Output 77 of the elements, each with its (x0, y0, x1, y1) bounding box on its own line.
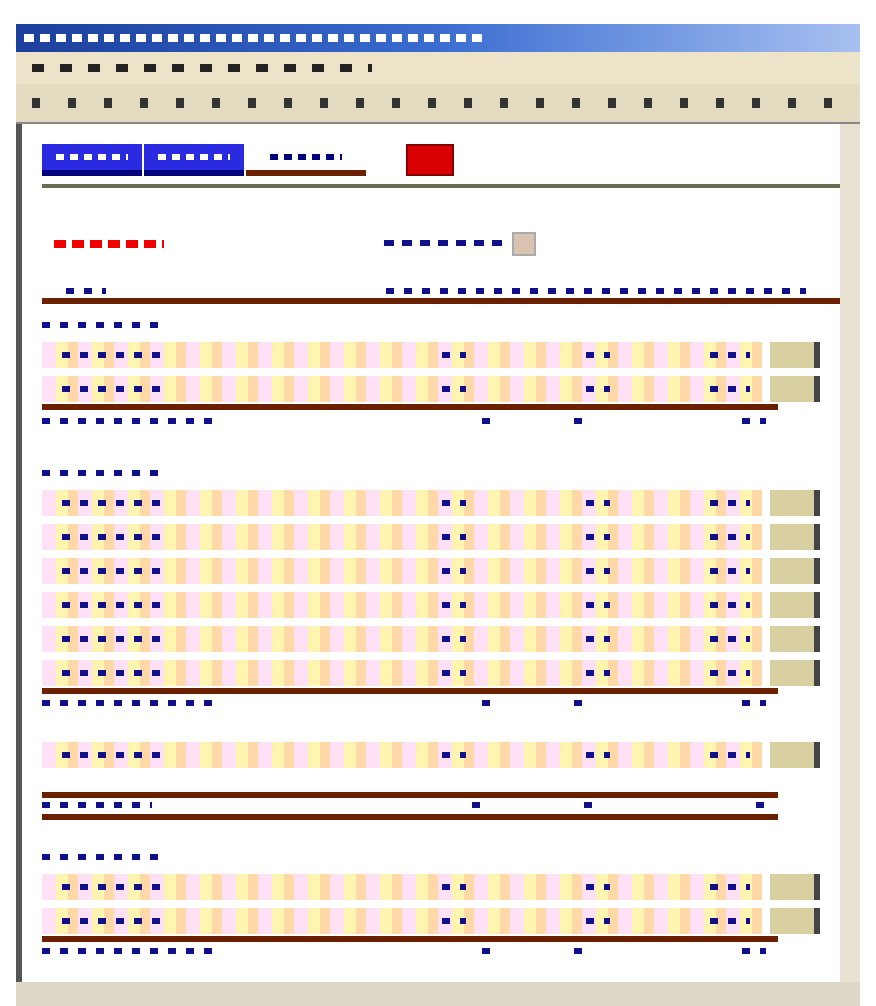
illegible-text-drawing (442, 352, 466, 359)
illegible-text-drawing (586, 669, 610, 676)
illegible-text-drawing (574, 417, 586, 424)
illegible-text-drawing (42, 853, 162, 860)
row-button[interactable] (770, 489, 820, 516)
illegible-text-drawing (62, 352, 162, 359)
illegible-text-drawing (42, 802, 152, 809)
illegible-text-drawing (384, 240, 504, 247)
illegible-text-drawing (62, 883, 162, 890)
illegible-text-drawing (442, 883, 466, 890)
illegible-text-drawing (742, 417, 766, 424)
illegible-text-drawing (586, 917, 610, 924)
dropdown-field[interactable] (512, 231, 536, 256)
illegible-text-drawing (62, 917, 162, 924)
illegible-text-drawing (482, 700, 494, 707)
illegible-text-drawing (62, 386, 162, 393)
row-button[interactable] (770, 659, 820, 686)
nav-tab[interactable] (42, 144, 142, 176)
illegible-text-drawing (442, 499, 466, 506)
illegible-text-drawing (586, 567, 610, 574)
illegible-text-drawing (66, 287, 106, 294)
row-button[interactable] (770, 557, 820, 584)
row-button[interactable] (770, 907, 820, 934)
illegible-text-drawing (62, 533, 162, 540)
illegible-text-drawing (586, 533, 610, 540)
illegible-text-drawing (586, 386, 610, 393)
illegible-text-drawing (710, 352, 750, 359)
illegible-text-drawing (54, 239, 164, 248)
illegible-text-drawing (62, 567, 162, 574)
illegible-text-drawing (442, 752, 466, 759)
illegible-text-drawing (742, 700, 766, 707)
row-button[interactable] (770, 376, 820, 403)
illegible-text-drawing (586, 499, 610, 506)
illegible-text-drawing (584, 802, 596, 809)
illegible-text-drawing (62, 669, 162, 676)
illegible-text-drawing (710, 752, 750, 759)
illegible-text-drawing (710, 533, 750, 540)
row-button[interactable] (770, 873, 820, 900)
illegible-text-drawing (574, 948, 586, 955)
illegible-text-drawing (442, 386, 466, 393)
illegible-text-drawing (62, 635, 162, 642)
illegible-text-drawing (710, 601, 750, 608)
illegible-text-drawing (710, 635, 750, 642)
row-button[interactable] (770, 625, 820, 652)
illegible-text-drawing (472, 802, 484, 809)
illegible-text-drawing (42, 469, 162, 476)
illegible-text-drawing (710, 567, 750, 574)
illegible-text-drawing (586, 883, 610, 890)
illegible-text-drawing (586, 601, 610, 608)
illegible-text-drawing (574, 700, 586, 707)
row-button[interactable] (770, 342, 820, 369)
scrollbar[interactable] (840, 124, 860, 982)
illegible-text-drawing (62, 601, 162, 608)
row-button[interactable] (770, 523, 820, 550)
illegible-text-drawing (442, 635, 466, 642)
illegible-text-drawing (442, 601, 466, 608)
illegible-text-drawing (42, 321, 162, 328)
row-button[interactable] (770, 591, 820, 618)
illegible-text-drawing (62, 752, 162, 759)
illegible-text-drawing (586, 752, 610, 759)
illegible-text-drawing (482, 948, 494, 955)
illegible-text-drawing (442, 917, 466, 924)
illegible-text-drawing (710, 386, 750, 393)
illegible-text-drawing (442, 567, 466, 574)
illegible-text-drawing (742, 948, 766, 955)
illegible-text-drawing (710, 669, 750, 676)
row-button[interactable] (770, 742, 820, 769)
illegible-text-drawing (710, 499, 750, 506)
illegible-text-drawing (62, 499, 162, 506)
illegible-text-drawing (710, 917, 750, 924)
illegible-text-drawing (710, 883, 750, 890)
illegible-text-drawing (442, 533, 466, 540)
illegible-text-drawing (586, 635, 610, 642)
illegible-text-drawing (482, 417, 494, 424)
nav-tab[interactable] (144, 144, 244, 176)
illegible-text-drawing (442, 669, 466, 676)
illegible-text-drawing (586, 352, 610, 359)
